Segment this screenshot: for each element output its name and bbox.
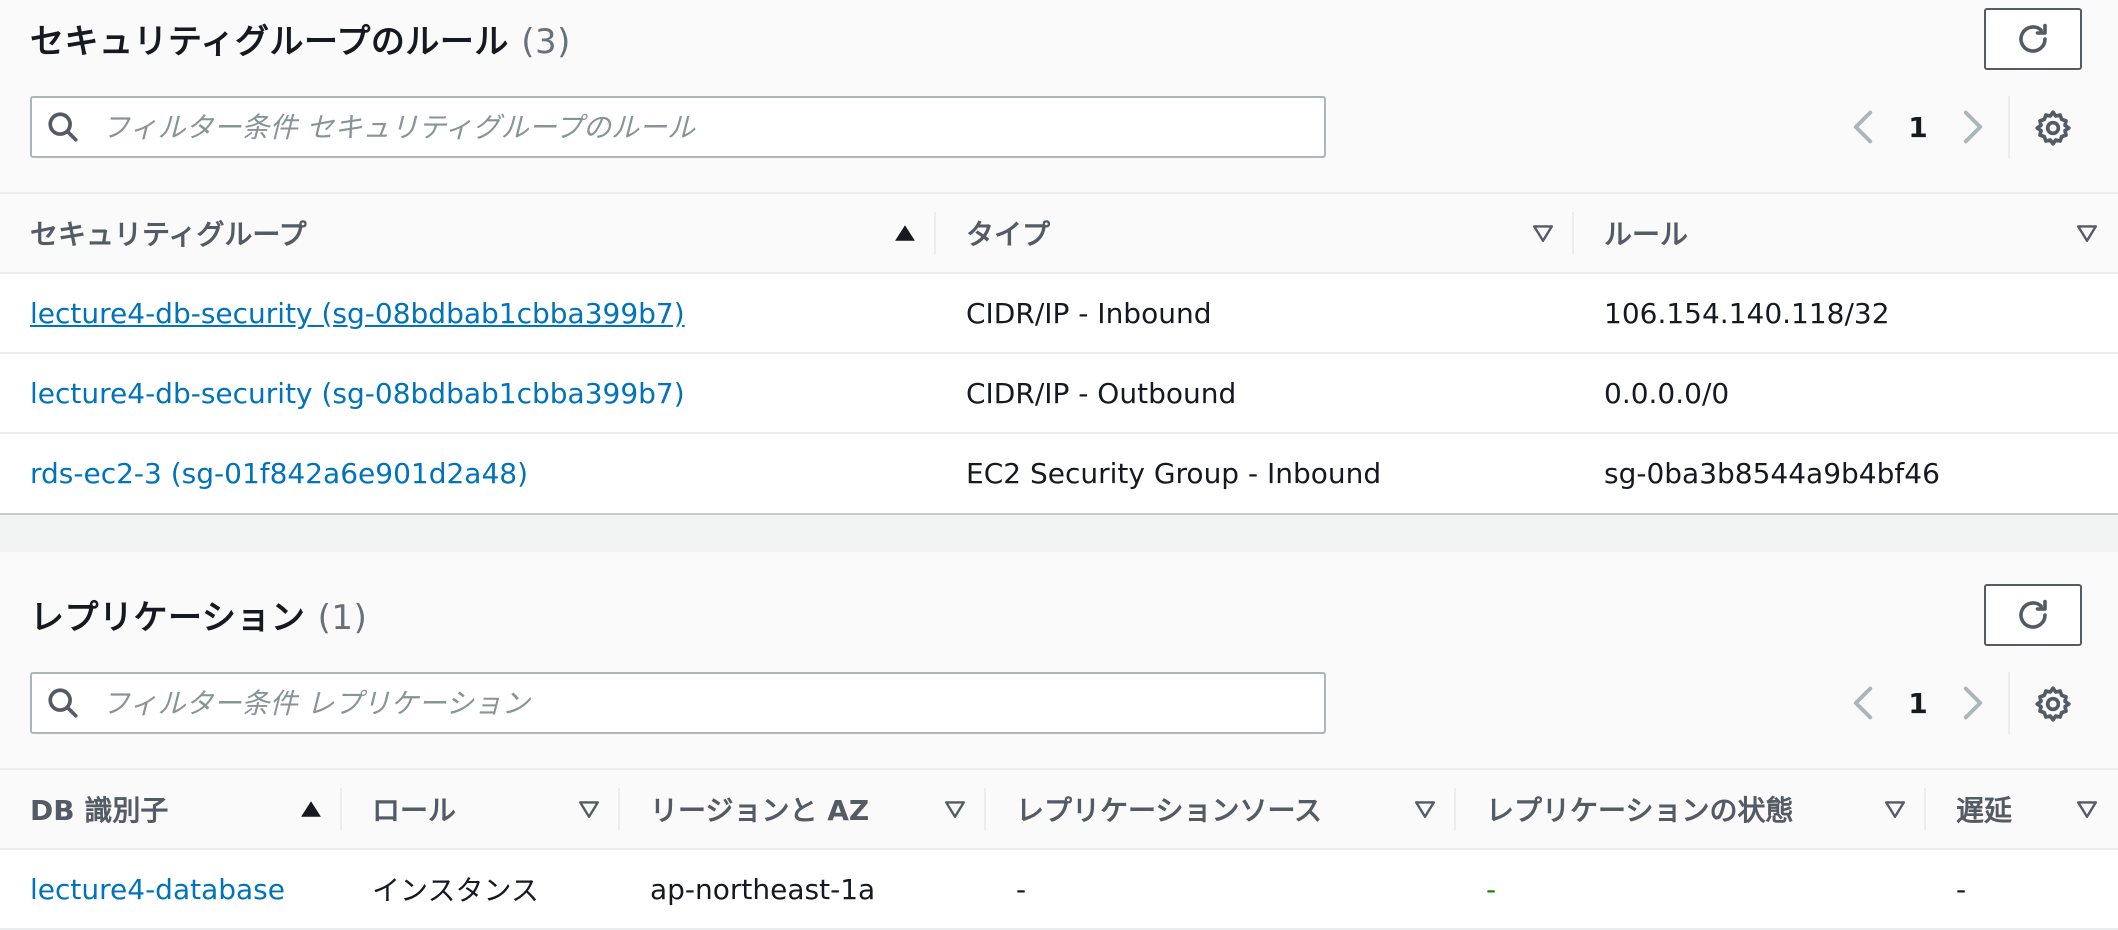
replication-state-cell: - [1456, 849, 1926, 930]
previous-page-button[interactable] [1846, 683, 1880, 723]
sort-ascending-icon [300, 798, 322, 820]
rule-cell: sg-0ba3b8544a9b4bf46 [1604, 457, 1940, 490]
gear-icon [2035, 686, 2071, 722]
security-group-cell: lecture4-db-security (sg-08bdbab1cbba399… [0, 353, 936, 434]
table-header-row: セキュリティグループ タイプ ルール [0, 192, 2118, 274]
sort-ascending-icon [894, 222, 916, 244]
pager-divider [2008, 96, 2010, 158]
panel-title-text: セキュリティグループのルール [30, 22, 509, 62]
pagination: 1 [1846, 683, 1990, 723]
replication-state-value: - [1486, 872, 1497, 906]
sort-descending-outline-icon [2076, 798, 2098, 820]
security-group-rules-panel: セキュリティグループのルール (3) 1 [0, 0, 2118, 515]
column-header-type[interactable]: タイプ [936, 192, 1574, 274]
previous-page-button[interactable] [1846, 107, 1880, 147]
rule-cell: 106.154.140.118/32 [1574, 273, 2118, 354]
db-identifier-link[interactable]: lecture4-database [30, 873, 285, 906]
db-identifier-cell: lecture4-database [0, 849, 342, 930]
lag-cell: - [1926, 849, 2118, 930]
chevron-left-icon [1853, 686, 1873, 720]
column-label: リージョンと AZ [650, 794, 870, 827]
refresh-button[interactable] [1984, 584, 2082, 646]
current-page-number[interactable]: 1 [1880, 687, 1956, 720]
preferences-button[interactable] [2033, 108, 2073, 148]
filter-input[interactable] [100, 685, 1324, 721]
refresh-button[interactable] [1984, 8, 2082, 70]
table-row: lecture4-database インスタンス ap-northeast-1a… [0, 849, 2118, 930]
column-header-role[interactable]: ロール [342, 768, 620, 850]
table-header-row: DB 識別子 ロール リージョンと AZ レプリケーションソース レプリケーショ… [0, 768, 2118, 850]
filter-search-box[interactable] [30, 96, 1326, 158]
pager-divider [2008, 672, 2010, 734]
panel-title: セキュリティグループのルール (3) [30, 14, 571, 63]
search-icon [46, 110, 80, 144]
security-group-link[interactable]: lecture4-db-security (sg-08bdbab1cbba399… [30, 377, 685, 410]
column-label: DB 識別子 [30, 794, 169, 827]
preferences-button[interactable] [2033, 684, 2073, 724]
type-cell: CIDR/IP - Inbound [936, 273, 1574, 354]
replication-panel: レプリケーション (1) 1 [0, 552, 2118, 930]
security-group-link[interactable]: lecture4-db-security (sg-08bdbab1cbba399… [30, 297, 685, 330]
column-label: レプリケーションの状態 [1486, 794, 1794, 827]
column-label: 遅延 [1956, 794, 2013, 827]
replication-table: DB 識別子 ロール リージョンと AZ レプリケーションソース レプリケーショ… [0, 768, 2118, 930]
sort-descending-outline-icon [1414, 798, 1436, 820]
column-header-replication-source[interactable]: レプリケーションソース [986, 768, 1456, 850]
sort-descending-outline-icon [2076, 222, 2098, 244]
column-label: レプリケーションソース [1016, 794, 1323, 827]
table-row: rds-ec2-3 (sg-01f842a6e901d2a48) EC2 Sec… [0, 433, 2118, 513]
gear-icon [2035, 110, 2071, 146]
current-page-number[interactable]: 1 [1880, 111, 1956, 144]
search-icon [46, 686, 80, 720]
sort-descending-outline-icon [578, 798, 600, 820]
filter-search-box[interactable] [30, 672, 1326, 734]
pagination: 1 [1846, 107, 1990, 147]
chevron-right-icon [1963, 110, 1983, 144]
table-row: lecture4-db-security (sg-08bdbab1cbba399… [0, 353, 2118, 434]
security-group-cell: rds-ec2-3 (sg-01f842a6e901d2a48) [0, 433, 936, 513]
column-label: ルール [1604, 218, 1689, 251]
column-header-region-az[interactable]: リージョンと AZ [620, 768, 986, 850]
column-header-security-group[interactable]: セキュリティグループ [0, 192, 936, 274]
rule-cell: 0.0.0.0/0 [1574, 353, 2118, 434]
refresh-icon [2019, 23, 2047, 53]
table-row: lecture4-db-security (sg-08bdbab1cbba399… [0, 273, 2118, 354]
sort-descending-outline-icon [1884, 798, 1906, 820]
type-cell: CIDR/IP - Outbound [936, 353, 1574, 434]
security-group-cell: lecture4-db-security (sg-08bdbab1cbba399… [0, 273, 936, 354]
column-header-db-identifier[interactable]: DB 識別子 [0, 768, 342, 850]
panel-title: レプリケーション (1) [30, 590, 367, 639]
sort-descending-outline-icon [944, 798, 966, 820]
column-label: セキュリティグループ [30, 218, 307, 251]
panel-count: (3) [521, 22, 571, 62]
panel-count: (1) [317, 598, 368, 638]
next-page-button[interactable] [1956, 683, 1990, 723]
type-cell: EC2 Security Group - Inbound [966, 457, 1382, 490]
column-header-replication-state[interactable]: レプリケーションの状態 [1456, 768, 1926, 850]
column-label: ロール [372, 794, 457, 827]
security-group-rules-table: セキュリティグループ タイプ ルール lecture4-db-security … [0, 192, 2118, 513]
column-label: タイプ [966, 218, 1051, 251]
refresh-icon [2019, 599, 2047, 629]
column-header-lag[interactable]: 遅延 [1926, 768, 2118, 850]
region-az-cell: ap-northeast-1a [620, 849, 986, 930]
chevron-left-icon [1853, 110, 1873, 144]
chevron-right-icon [1963, 686, 1983, 720]
security-group-link[interactable]: rds-ec2-3 (sg-01f842a6e901d2a48) [30, 457, 528, 490]
column-header-rule[interactable]: ルール [1574, 192, 2118, 274]
filter-input[interactable] [100, 109, 1324, 145]
panel-title-text: レプリケーション [30, 598, 306, 638]
sort-descending-outline-icon [1532, 222, 1554, 244]
replication-source-cell: - [986, 849, 1456, 930]
role-cell: インスタンス [342, 849, 620, 930]
next-page-button[interactable] [1956, 107, 1990, 147]
